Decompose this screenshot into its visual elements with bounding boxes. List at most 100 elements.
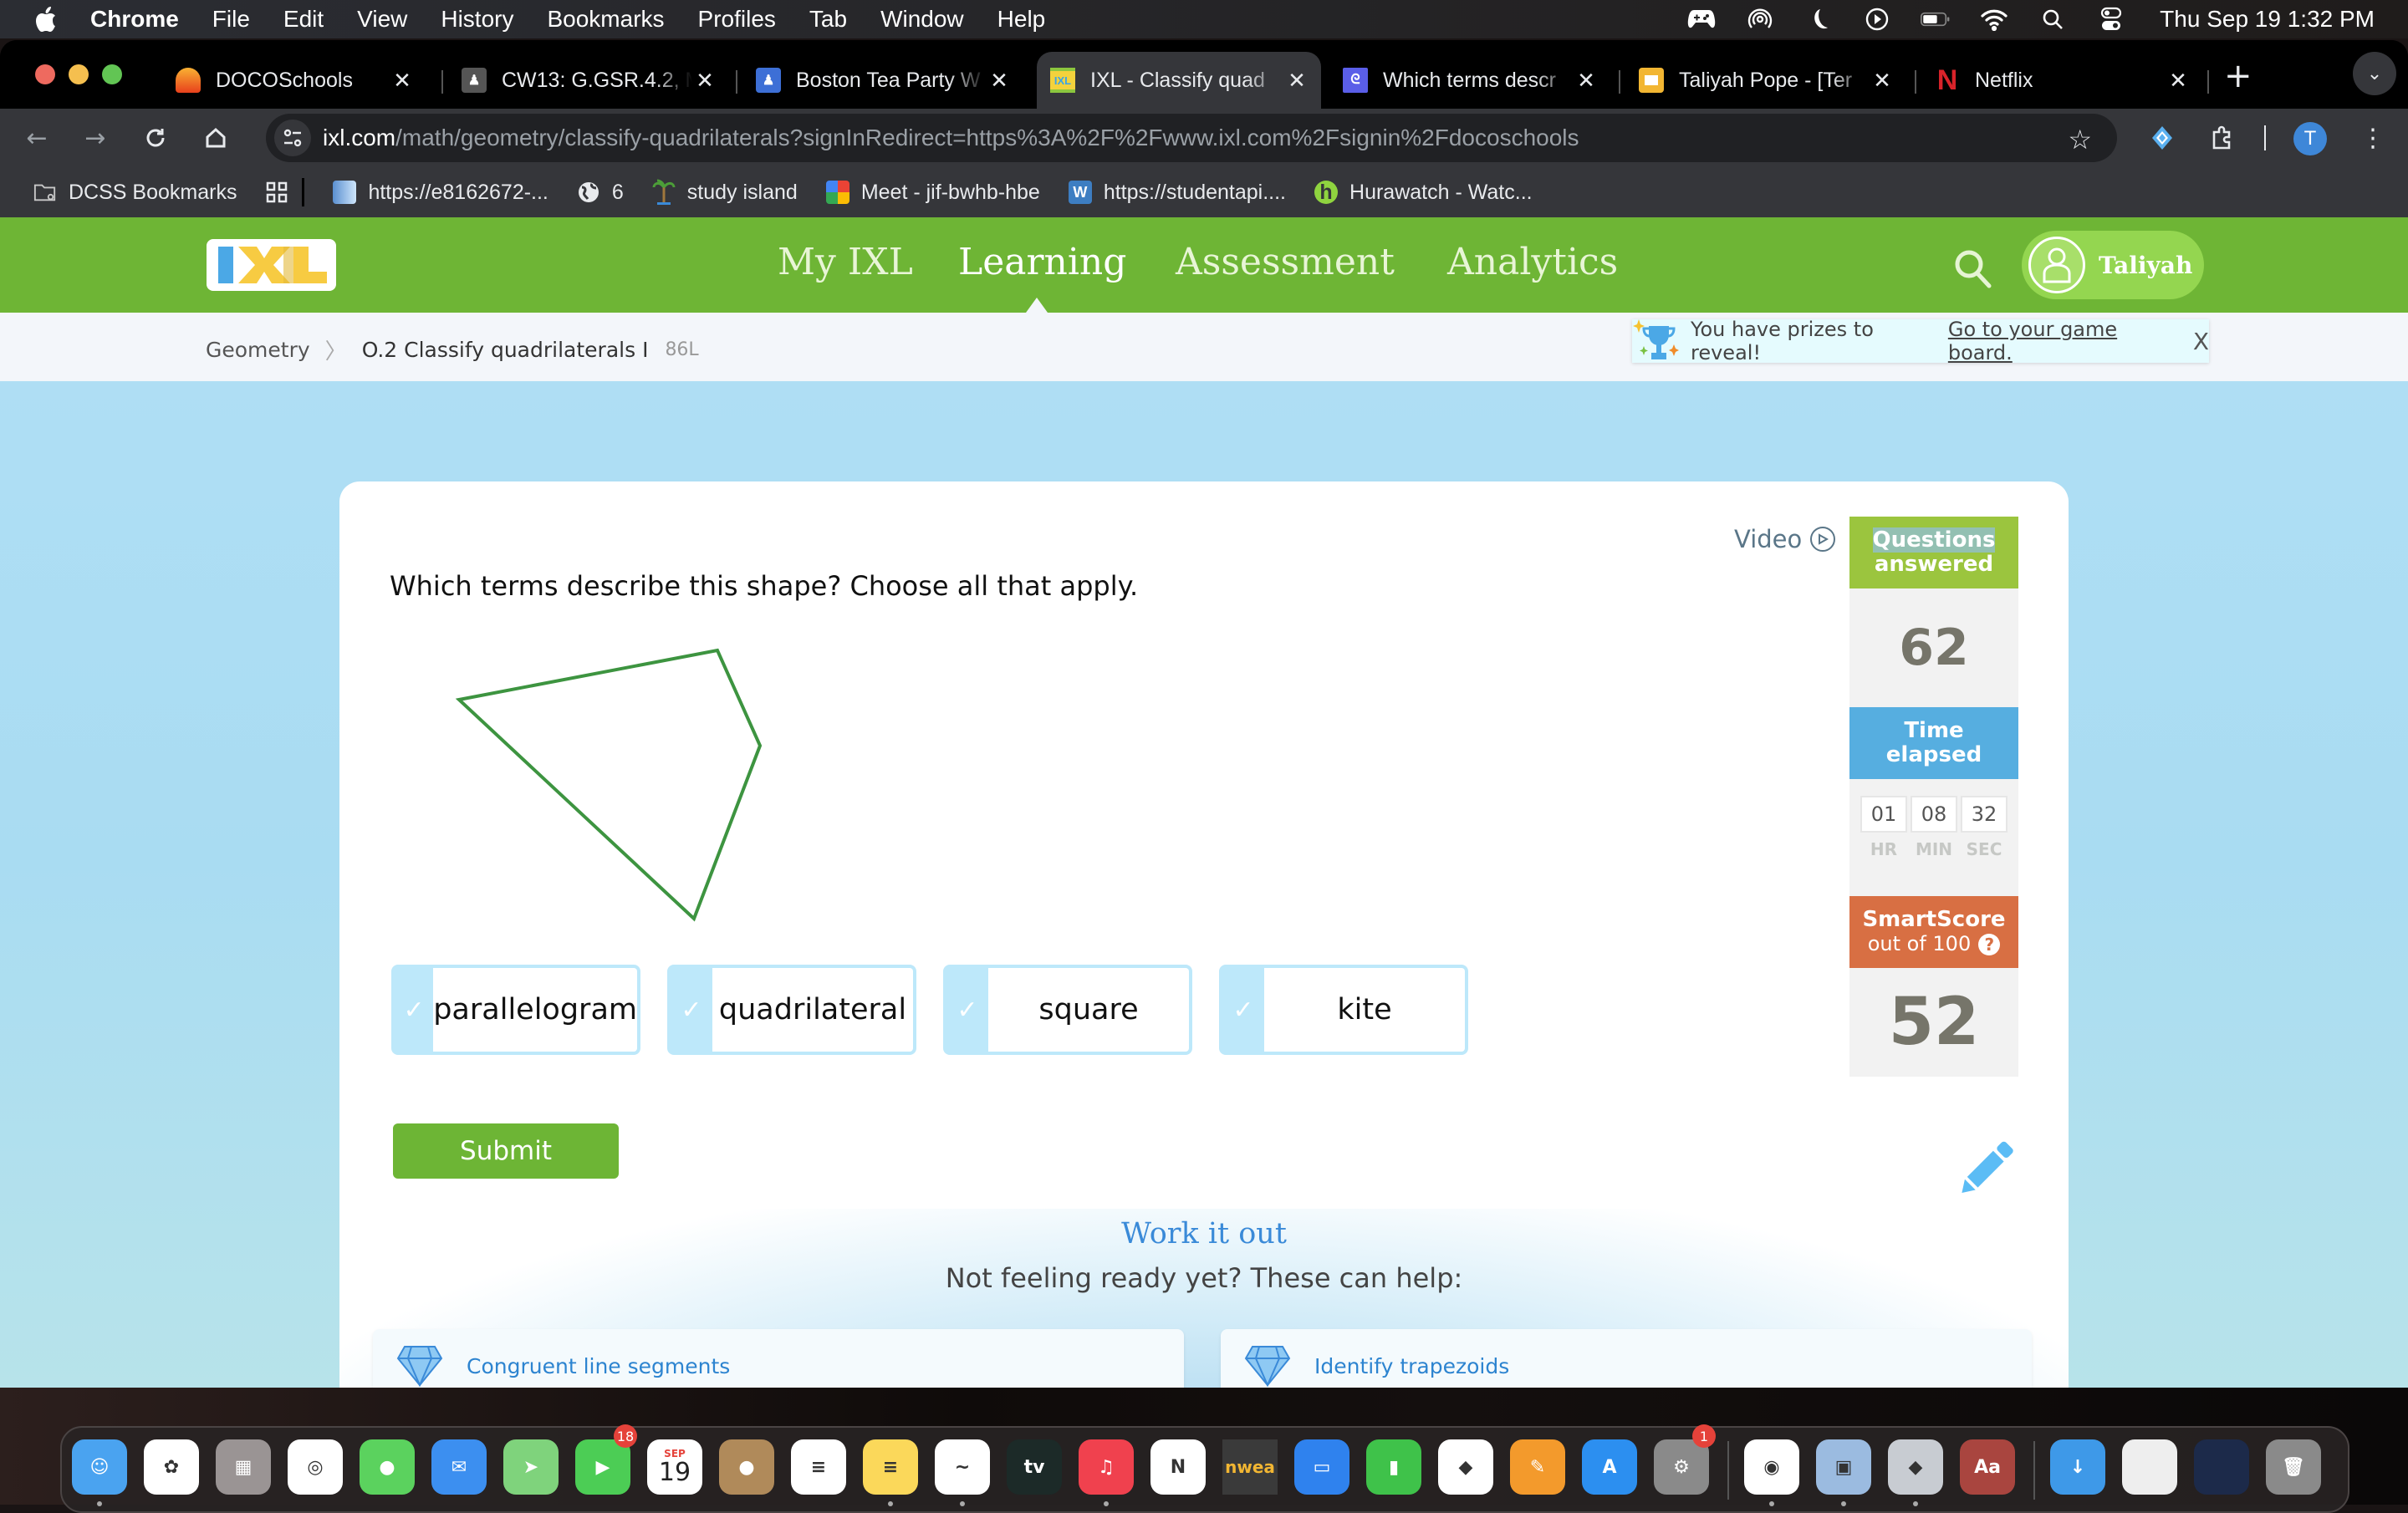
bookmark-studentapi[interactable]: W https://studentapi.... bbox=[1068, 181, 1286, 205]
tab-taliyah-pope[interactable]: Taliyah Pope - [Ter ✕ bbox=[1629, 52, 1905, 109]
dock-app-messages[interactable]: ● bbox=[360, 1439, 415, 1495]
menu-app-name[interactable]: Chrome bbox=[90, 6, 179, 33]
apple-menu-icon[interactable] bbox=[33, 5, 59, 33]
nav-my-ixl[interactable]: My IXL bbox=[778, 241, 913, 283]
dock-app-gameboard[interactable]: ◆ bbox=[1438, 1439, 1493, 1495]
forward-button[interactable]: → bbox=[79, 121, 112, 155]
menu-edit[interactable]: Edit bbox=[283, 6, 324, 33]
url-text[interactable]: ixl.com/math/geometry/classify-quadrilat… bbox=[323, 125, 1579, 151]
search-icon[interactable] bbox=[1952, 247, 1994, 289]
menu-history[interactable]: History bbox=[441, 6, 513, 33]
video-button[interactable]: Video bbox=[1734, 525, 1836, 553]
breadcrumb-subject[interactable]: Geometry bbox=[206, 338, 310, 362]
dock-app-calendar[interactable]: SEP 19 bbox=[647, 1439, 702, 1495]
dock-app-mail[interactable]: ✉ bbox=[431, 1439, 487, 1495]
tab-search-chevron-icon[interactable]: ⌄ bbox=[2353, 52, 2396, 95]
dock-app-roblox[interactable]: ◆ bbox=[1888, 1439, 1943, 1495]
ixl-logo[interactable] bbox=[207, 239, 336, 291]
dock-app-finder[interactable]: ☺ bbox=[72, 1439, 127, 1495]
dock-app-freeform[interactable]: ~ bbox=[935, 1439, 990, 1495]
dock-app-screenshot-1[interactable] bbox=[2122, 1439, 2177, 1495]
dock-app-tv[interactable]: tv bbox=[1007, 1439, 1062, 1495]
dock-app-launchpad[interactable]: ▦ bbox=[216, 1439, 271, 1495]
bookmark-star-icon[interactable]: ☆ bbox=[2068, 124, 2092, 155]
tab-which-terms[interactable]: ᘓ Which terms descr ✕ bbox=[1333, 52, 1609, 109]
new-tab-button[interactable]: + bbox=[2224, 59, 2252, 93]
close-tab-icon[interactable]: ✕ bbox=[692, 68, 717, 94]
dock-app-contacts[interactable]: ● bbox=[719, 1439, 774, 1495]
moon-icon[interactable] bbox=[1803, 7, 1834, 32]
dock-app-notes[interactable]: ≡ bbox=[863, 1439, 918, 1495]
help-link-congruent-line-segments[interactable]: Congruent line segments bbox=[373, 1329, 1184, 1388]
dock-app-nwea[interactable]: nwea bbox=[1222, 1439, 1278, 1495]
dock-app-screenshot-2[interactable] bbox=[2194, 1439, 2249, 1495]
home-button[interactable] bbox=[199, 121, 232, 155]
close-tab-icon[interactable]: ✕ bbox=[2166, 68, 2191, 94]
menu-bookmarks[interactable]: Bookmarks bbox=[547, 6, 664, 33]
nav-analytics[interactable]: Analytics bbox=[1447, 241, 1618, 283]
close-tab-icon[interactable]: ✕ bbox=[1284, 68, 1309, 94]
choice-kite[interactable]: ✓ kite bbox=[1219, 965, 1468, 1055]
menu-file[interactable]: File bbox=[212, 6, 250, 33]
close-tab-icon[interactable]: ✕ bbox=[390, 68, 415, 94]
dock-app-maps[interactable]: ➤ bbox=[503, 1439, 559, 1495]
close-tab-icon[interactable]: ✕ bbox=[1574, 68, 1599, 94]
bookmark-hurawatch[interactable]: h Hurawatch - Watc... bbox=[1314, 181, 1533, 205]
reload-button[interactable] bbox=[139, 121, 172, 155]
tab-docoschools[interactable]: DOCOSchools ✕ bbox=[166, 52, 425, 109]
bookmark-apps[interactable] bbox=[265, 181, 300, 204]
tab-boston-tea-party[interactable]: ♟ Boston Tea Party W ✕ bbox=[746, 52, 1022, 109]
wifi-icon[interactable] bbox=[1979, 7, 2009, 32]
dock-app-news[interactable]: N bbox=[1150, 1439, 1206, 1495]
dock-app-numbers[interactable]: ▮ bbox=[1366, 1439, 1421, 1495]
dock-app-trash[interactable]: 🗑 bbox=[2266, 1439, 2321, 1495]
dock-app-preview[interactable]: ▣ bbox=[1816, 1439, 1871, 1495]
minimize-window-button[interactable] bbox=[69, 64, 89, 84]
bookmark-meet[interactable]: Meet - jif-bwhb-hbe bbox=[825, 181, 1040, 205]
pencil-scratchpad-icon[interactable] bbox=[1951, 1135, 2018, 1202]
dock-app-pages[interactable]: ✎ bbox=[1510, 1439, 1565, 1495]
choice-parallelogram[interactable]: ✓ parallelogram bbox=[391, 965, 640, 1055]
bookmark-e8162672[interactable]: https://e8162672-... bbox=[333, 181, 548, 205]
menu-view[interactable]: View bbox=[357, 6, 407, 33]
menu-tab[interactable]: Tab bbox=[809, 6, 847, 33]
dock-app-system-settings[interactable]: ⚙ bbox=[1654, 1439, 1709, 1495]
nav-learning[interactable]: Learning bbox=[958, 241, 1126, 283]
gamepad-icon[interactable] bbox=[1686, 7, 1717, 32]
choice-quadrilateral[interactable]: ✓ quadrilateral bbox=[667, 965, 916, 1055]
bookmark-dcss-folder[interactable]: DCSS Bookmarks bbox=[33, 181, 237, 205]
dock-app-safari[interactable]: ◎ bbox=[288, 1439, 343, 1495]
chrome-menu-icon[interactable]: ⋮ bbox=[2356, 121, 2390, 155]
dock-app-reminders[interactable]: ≡ bbox=[791, 1439, 846, 1495]
address-bar[interactable]: ixl.com/math/geometry/classify-quadrilat… bbox=[266, 114, 2117, 162]
help-question-icon[interactable]: ? bbox=[1978, 933, 2001, 955]
extension-diamond-icon[interactable] bbox=[2145, 121, 2179, 155]
submit-button[interactable]: Submit bbox=[393, 1123, 619, 1179]
close-tab-icon[interactable]: ✕ bbox=[987, 68, 1012, 94]
dock-app-app-store[interactable]: A bbox=[1582, 1439, 1637, 1495]
user-menu-button[interactable]: Taliyah bbox=[2022, 231, 2204, 299]
close-window-button[interactable] bbox=[35, 64, 55, 84]
site-info-icon[interactable] bbox=[274, 120, 311, 156]
close-banner-icon[interactable]: X bbox=[2193, 328, 2209, 355]
play-circle-icon[interactable] bbox=[1862, 7, 1892, 32]
extensions-puzzle-icon[interactable] bbox=[2206, 121, 2239, 155]
menu-profiles[interactable]: Profiles bbox=[698, 6, 776, 33]
close-tab-icon[interactable]: ✕ bbox=[1870, 68, 1895, 94]
spotlight-search-icon[interactable] bbox=[2038, 7, 2068, 32]
help-link-identify-trapezoids[interactable]: Identify trapezoids bbox=[1221, 1329, 2032, 1388]
menu-window[interactable]: Window bbox=[880, 6, 964, 33]
dock-app-facetime[interactable]: ▶ bbox=[575, 1439, 630, 1495]
tab-ixl-active[interactable]: IXL IXL - Classify quad ✕ bbox=[1037, 52, 1321, 109]
dock-app-photos[interactable]: ✿ bbox=[144, 1439, 199, 1495]
dock-app-music[interactable]: ♫ bbox=[1079, 1439, 1134, 1495]
bookmark-study-island[interactable]: study island bbox=[652, 179, 798, 205]
airdrop-icon[interactable] bbox=[1745, 7, 1775, 32]
control-center-icon[interactable] bbox=[2096, 7, 2126, 32]
menu-help[interactable]: Help bbox=[997, 6, 1046, 33]
dock-app-downloads[interactable]: ↓ bbox=[2050, 1439, 2105, 1495]
dock-app-keynote[interactable]: ▭ bbox=[1294, 1439, 1349, 1495]
bookmark-globe-6[interactable]: 6 bbox=[577, 181, 624, 205]
tab-netflix[interactable]: N Netflix ✕ bbox=[1925, 52, 2201, 109]
profile-avatar[interactable]: T bbox=[2293, 122, 2327, 155]
